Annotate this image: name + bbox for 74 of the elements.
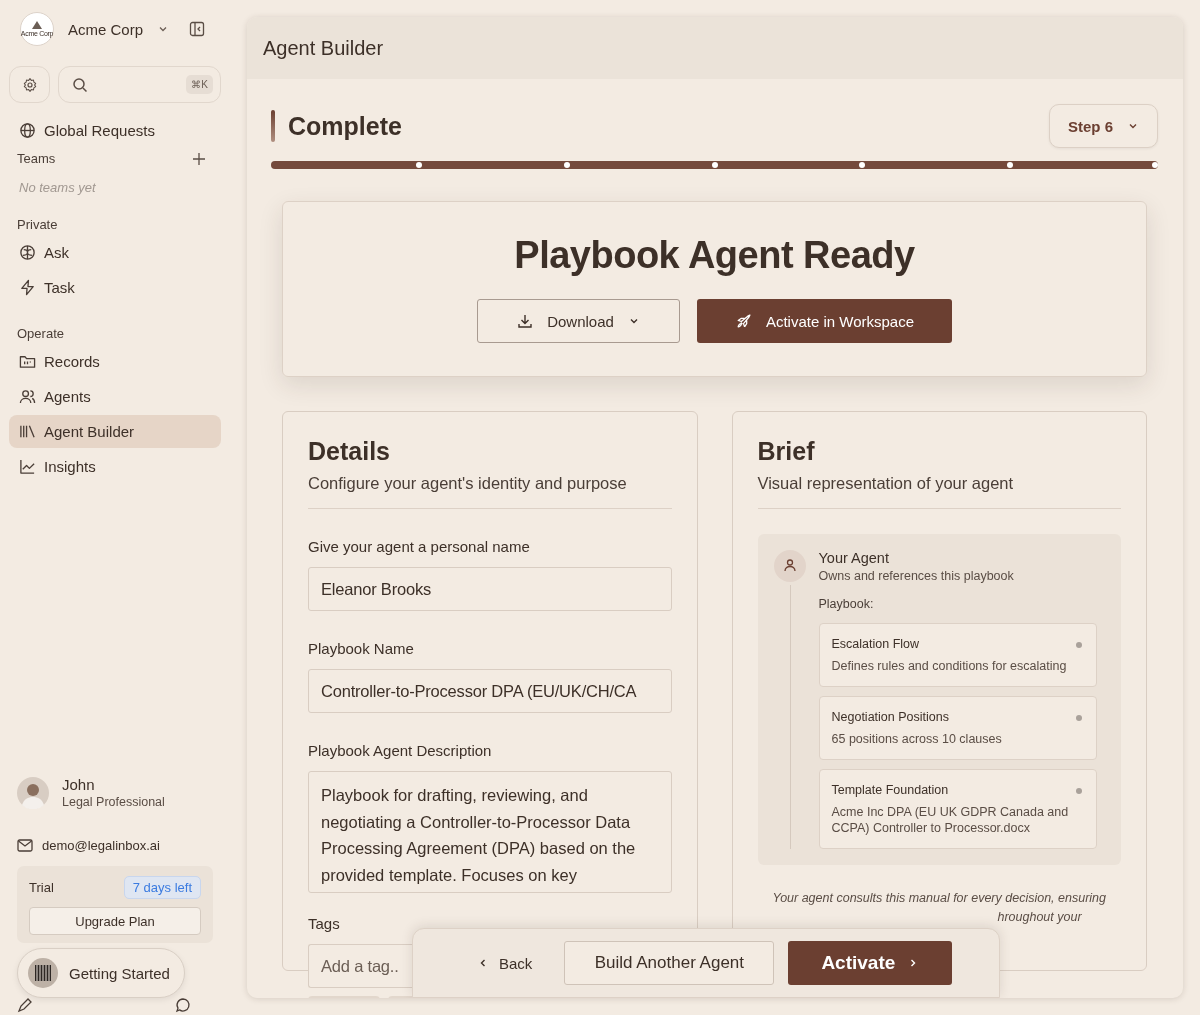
user-email: demo@legalinbox.ai — [42, 838, 160, 853]
upgrade-button[interactable]: Upgrade Plan — [29, 907, 201, 935]
nav-item[interactable]: Global Requests — [9, 114, 221, 147]
people-icon — [19, 388, 36, 405]
books-icon — [19, 423, 36, 440]
page-title: Agent Builder — [263, 36, 384, 60]
ready-title: Playbook Agent Ready — [514, 234, 915, 277]
empty-teams-text: No teams yet — [18, 179, 97, 195]
activate-button[interactable]: Activate — [788, 941, 953, 985]
nav-item[interactable]: Ask — [9, 236, 221, 269]
activate-workspace-button[interactable]: Activate in Workspace — [697, 299, 952, 343]
nav-item[interactable]: Records — [9, 345, 221, 378]
item-title: Escalation Flow — [831, 637, 921, 651]
trial-badge: 7 days left — [123, 876, 201, 899]
user-avatar[interactable] — [17, 776, 49, 809]
nav-item[interactable]: Agents — [9, 380, 221, 413]
shortcut-hint: ⌘K — [186, 75, 213, 94]
back-button[interactable]: Back — [477, 954, 533, 972]
folder-icon — [19, 353, 36, 370]
status-dot-icon — [1076, 788, 1082, 794]
brief-note-fragment: hroughout your — [997, 910, 1083, 924]
card-title: Brief — [757, 437, 816, 466]
nav-item[interactable]: Task — [9, 271, 221, 304]
text-field[interactable]: Controller-to-Processor DPA (EU/UK/CH/CA — [308, 669, 672, 713]
search-field[interactable]: ⌘K — [58, 66, 221, 103]
tag-field[interactable]: Add a tag... — [308, 944, 412, 988]
card-title: Details — [308, 437, 391, 466]
section-label: Private — [16, 217, 59, 232]
field-label: Playbook Agent Description — [308, 742, 493, 759]
step-title: Complete — [288, 111, 403, 141]
section-label: Operate — [16, 326, 65, 341]
status-dot-icon — [1076, 642, 1082, 648]
playbook-label: Playbook: — [818, 597, 875, 611]
nav-item[interactable]: Agent Builder — [9, 415, 221, 448]
chat-icon[interactable] — [175, 997, 191, 1013]
status-dot-icon — [1076, 715, 1082, 721]
line-chart-icon — [19, 458, 36, 475]
card-subtitle: Configure your agent's identity and purpose — [308, 474, 628, 493]
getting-started-button[interactable]: Getting Started — [17, 948, 185, 998]
build-another-button[interactable]: Build Another Agent — [564, 941, 775, 985]
field-label: Give your agent a personal name — [308, 538, 531, 555]
lightning-icon — [19, 279, 36, 296]
settings-button[interactable] — [9, 66, 50, 103]
download-icon — [517, 313, 534, 329]
section-label: Teams — [17, 151, 56, 166]
search-icon — [72, 76, 88, 93]
download-button[interactable]: Download — [477, 299, 680, 343]
card-subtitle: Visual representation of your agent — [757, 474, 1015, 493]
step-selector[interactable]: Step 6 — [1049, 104, 1158, 148]
description-field[interactable]: Playbook for drafting, reviewing, and negotiating a Controller-to-Processor Data Processing Agreement (DPA) based on the provided template. Focuses on key — [308, 771, 672, 893]
settings-icon — [21, 76, 38, 93]
user-role: Legal Professional — [62, 795, 165, 809]
brain-icon — [19, 244, 36, 261]
person-icon — [773, 550, 806, 582]
agent-subtitle: Owns and references this playbook — [818, 569, 1014, 583]
sidebar-toggle-icon[interactable] — [189, 21, 206, 37]
add-icon[interactable] — [192, 151, 206, 166]
item-title: Template Foundation — [831, 783, 950, 797]
trial-label: Trial — [29, 880, 54, 895]
field-label: Tags — [308, 915, 341, 932]
agent-title: Your Agent — [818, 550, 890, 566]
item-text: 65 positions across 10 clauses — [831, 731, 1003, 747]
text-field[interactable]: Eleanor Brooks — [308, 567, 672, 611]
globe-icon — [19, 122, 36, 139]
item-text: Defines rules and conditions for escalating — [831, 658, 1068, 674]
nav-item[interactable]: Insights — [9, 450, 221, 483]
mail-icon — [17, 839, 33, 852]
field-label: Playbook Name — [308, 640, 415, 657]
pen-icon[interactable] — [17, 997, 33, 1013]
item-text: Acme Inc DPA (EU UK GDPR Canada and CCPA) Controller to Processor.docx — [831, 804, 1070, 836]
workspace-name[interactable]: Acme Corp — [68, 20, 144, 38]
user-name: John — [62, 776, 96, 793]
brief-note: Your agent consults this manual for every decision, ensuring — [771, 891, 1107, 905]
item-title: Negotiation Positions — [831, 710, 950, 724]
